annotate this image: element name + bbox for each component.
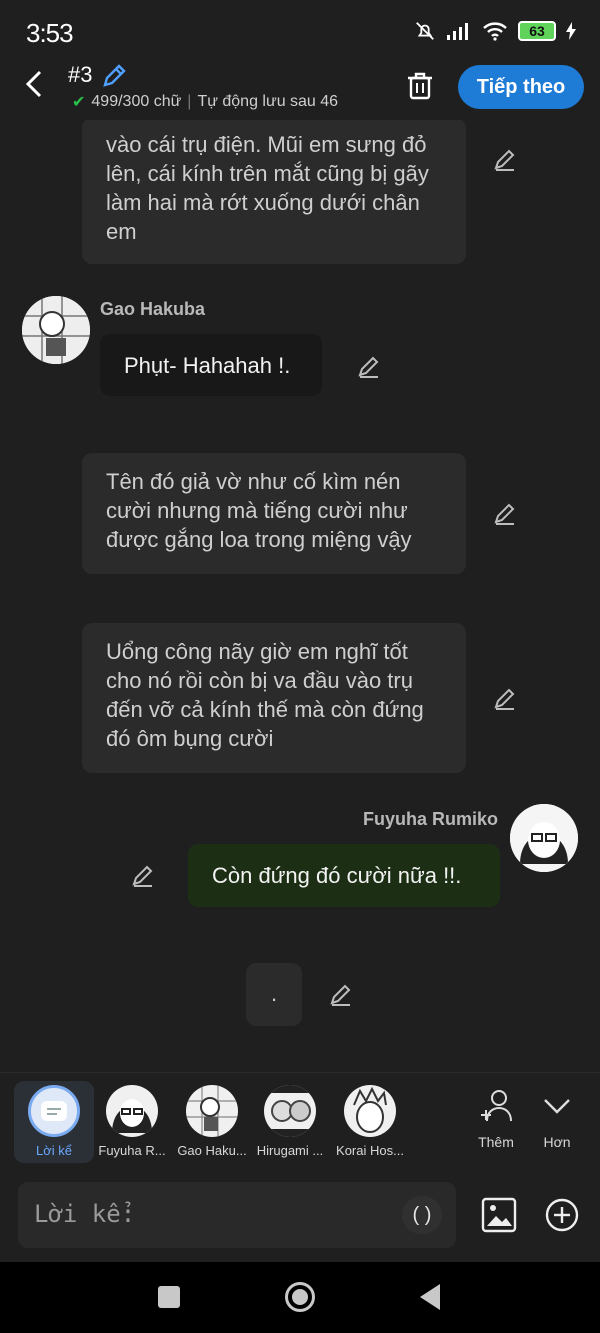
system-nav-bar [0, 1262, 600, 1333]
charging-icon [566, 22, 576, 40]
character-bar: Lời kể Fuyuha R... Gao Haku... Hirugami … [0, 1072, 600, 1174]
narration-icon [28, 1085, 80, 1137]
avatar-gao-hakuba[interactable] [22, 296, 90, 364]
autosave-status: Tự động lưu sau 46 [197, 93, 339, 110]
avatar [186, 1085, 238, 1137]
more-label: Hơn [543, 1134, 571, 1150]
character-bubble[interactable]: Phụt- Hahahah !. [100, 334, 322, 396]
character-gao[interactable]: Gao Haku... [172, 1081, 252, 1158]
add-label: Thêm [478, 1134, 514, 1150]
divider: | [187, 93, 192, 110]
add-button[interactable] [545, 1198, 579, 1232]
edit-message-icon[interactable] [328, 981, 354, 1007]
composer-input[interactable]: Lời kể: [34, 1200, 135, 1228]
delete-button[interactable] [402, 68, 438, 104]
edit-message-icon[interactable] [130, 862, 156, 888]
self-bubble[interactable]: Còn đứng đó cười nữa !!. [188, 844, 500, 907]
avatar [344, 1085, 396, 1137]
narration-bubble[interactable]: Uổng công nãy giờ em nghĩ tốt cho nó rồi… [82, 623, 466, 773]
chapter-status: ✔ 499/300 chữ | Tự động lưu sau 46 [72, 92, 338, 112]
narration-bubble[interactable]: Tên đó giả vờ như cố kìm nén cười nhưng … [82, 453, 466, 574]
speaker-name: Fuyuha Rumiko [363, 809, 499, 829]
narration-bubble[interactable]: vào cái trụ điện. Mũi em sưng đỏ lên, cá… [82, 120, 466, 264]
character-label: Fuyuha R... [98, 1143, 166, 1158]
home-button[interactable] [285, 1282, 315, 1312]
edit-message-icon[interactable] [492, 685, 518, 711]
message-composer[interactable]: Lời kể: ( ) [18, 1182, 456, 1248]
character-label: Korai Hos... [336, 1143, 404, 1158]
more-button[interactable]: Hơn [527, 1087, 587, 1150]
edit-message-icon[interactable] [492, 146, 518, 172]
word-count: 499/300 chữ [91, 93, 182, 110]
avatar [106, 1085, 158, 1137]
add-person-icon [481, 1090, 512, 1122]
insert-image-button[interactable] [480, 1196, 518, 1234]
character-korai[interactable]: Korai Hos... [330, 1081, 410, 1158]
next-button[interactable]: Tiếp theo [458, 65, 584, 109]
recents-button[interactable] [158, 1286, 180, 1308]
status-bar: 3:53 63 [0, 0, 600, 64]
speaker-name: Gao Hakuba [100, 299, 206, 319]
character-fuyuha[interactable]: Fuyuha R... [92, 1081, 172, 1158]
edit-title-icon[interactable] [100, 62, 128, 90]
chevron-down-icon [544, 1099, 570, 1114]
chapter-header: #3 ✔ 499/300 chữ | Tự động lưu sau 46 Ti… [0, 58, 600, 120]
parentheses-button[interactable]: ( ) [402, 1196, 442, 1234]
signal-icon [447, 23, 468, 40]
status-icons: 63 [414, 20, 576, 42]
narration-bubble[interactable]: . [246, 963, 302, 1026]
back-button[interactable] [18, 66, 52, 102]
mute-icon [416, 22, 434, 40]
battery-indicator: 63 [518, 21, 556, 41]
edit-message-icon[interactable] [492, 500, 518, 526]
system-back-button[interactable] [420, 1284, 440, 1310]
message-list[interactable]: vào cái trụ điện. Mũi em sưng đỏ lên, cá… [0, 120, 600, 1070]
character-narration[interactable]: Lời kể [14, 1081, 94, 1163]
status-time: 3:53 [26, 18, 74, 48]
character-label: Gao Haku... [177, 1143, 247, 1158]
wifi-icon [483, 22, 507, 41]
avatar-fuyuha-rumiko[interactable] [510, 804, 578, 872]
chapter-title: #3 [68, 62, 93, 87]
saved-check-icon: ✔ [72, 94, 86, 111]
add-character-button[interactable]: Thêm [466, 1087, 526, 1150]
character-label: Hirugami ... [256, 1143, 324, 1158]
avatar [264, 1085, 316, 1137]
character-label: Lời kể [36, 1143, 72, 1158]
edit-message-icon[interactable] [356, 353, 382, 379]
character-hirugami[interactable]: Hirugami ... [250, 1081, 330, 1158]
